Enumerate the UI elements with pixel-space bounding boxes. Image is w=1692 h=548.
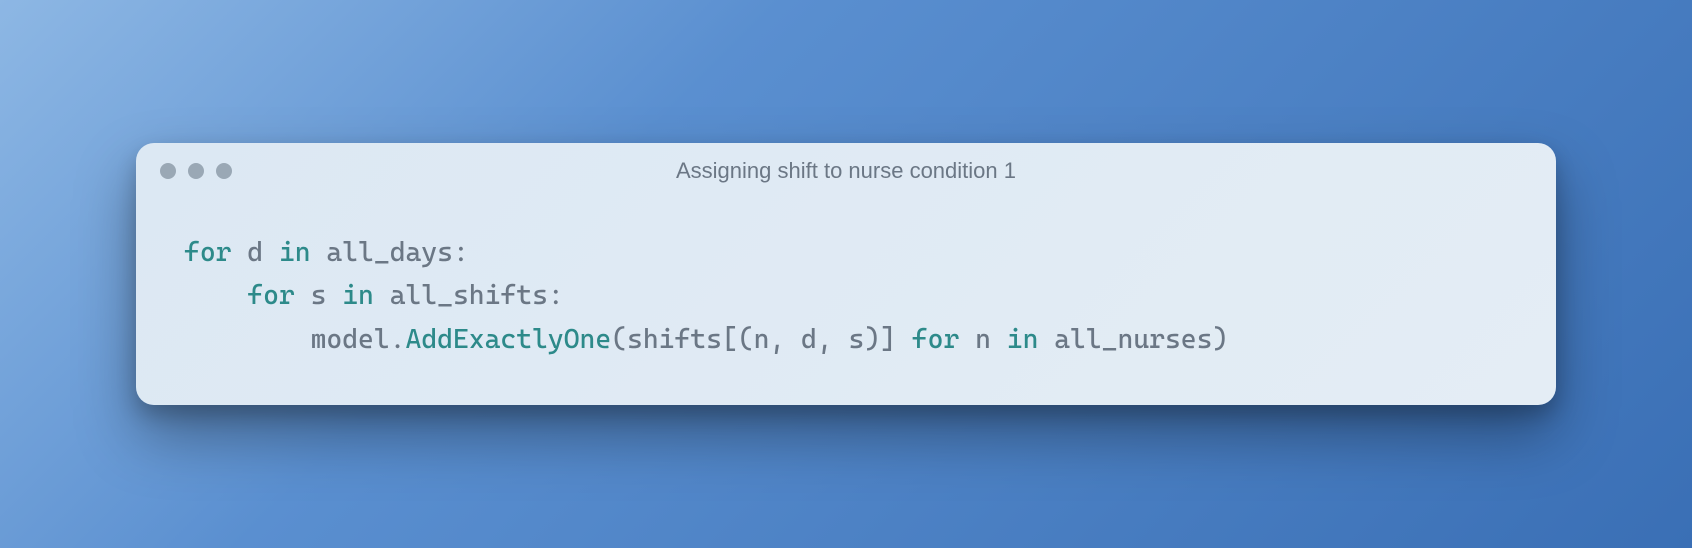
code-token	[263, 237, 279, 268]
code-token: in	[1007, 324, 1039, 355]
code-token: for	[912, 324, 959, 355]
code-token: :	[453, 237, 469, 268]
code-token	[311, 237, 327, 268]
code-token: for	[184, 237, 231, 268]
code-token: s	[311, 280, 327, 311]
code-token: in	[279, 237, 311, 268]
code-token	[326, 280, 342, 311]
code-token: n	[754, 324, 770, 355]
code-token: for	[247, 280, 294, 311]
code-token	[1038, 324, 1054, 355]
maximize-icon[interactable]	[216, 163, 232, 179]
code-token: d	[801, 324, 817, 355]
code-token: all_shifts	[390, 280, 548, 311]
code-token	[374, 280, 390, 311]
code-token: ,	[769, 324, 801, 355]
code-token: (	[611, 324, 627, 355]
code-token: s	[849, 324, 865, 355]
code-token: .	[390, 324, 406, 355]
code-token	[231, 237, 247, 268]
code-token	[184, 324, 311, 355]
code-token: )	[1212, 324, 1228, 355]
code-token: all_nurses	[1054, 324, 1212, 355]
code-token	[184, 280, 247, 311]
code-window: Assigning shift to nurse condition 1 for…	[136, 143, 1556, 405]
minimize-icon[interactable]	[188, 163, 204, 179]
code-token: d	[247, 237, 263, 268]
code-block: for d in all_days: for s in all_shifts: …	[136, 199, 1556, 405]
code-line: model.AddExactlyOne(shifts[(n, d, s)] fo…	[184, 318, 1508, 361]
code-token: )]	[864, 324, 896, 355]
code-token: in	[342, 280, 374, 311]
code-token: shifts	[627, 324, 722, 355]
code-line: for s in all_shifts:	[184, 274, 1508, 317]
window-title: Assigning shift to nurse condition 1	[156, 158, 1536, 184]
traffic-lights	[160, 163, 232, 179]
code-line: for d in all_days:	[184, 231, 1508, 274]
code-token: :	[548, 280, 564, 311]
close-icon[interactable]	[160, 163, 176, 179]
code-token: ,	[817, 324, 849, 355]
titlebar: Assigning shift to nurse condition 1	[136, 143, 1556, 199]
code-token: model	[311, 324, 390, 355]
code-token	[295, 280, 311, 311]
code-token	[991, 324, 1007, 355]
code-token: AddExactlyOne	[406, 324, 612, 355]
code-token: [(	[722, 324, 754, 355]
code-token: n	[975, 324, 991, 355]
code-token	[896, 324, 912, 355]
code-token: all_days	[326, 237, 453, 268]
code-token	[959, 324, 975, 355]
